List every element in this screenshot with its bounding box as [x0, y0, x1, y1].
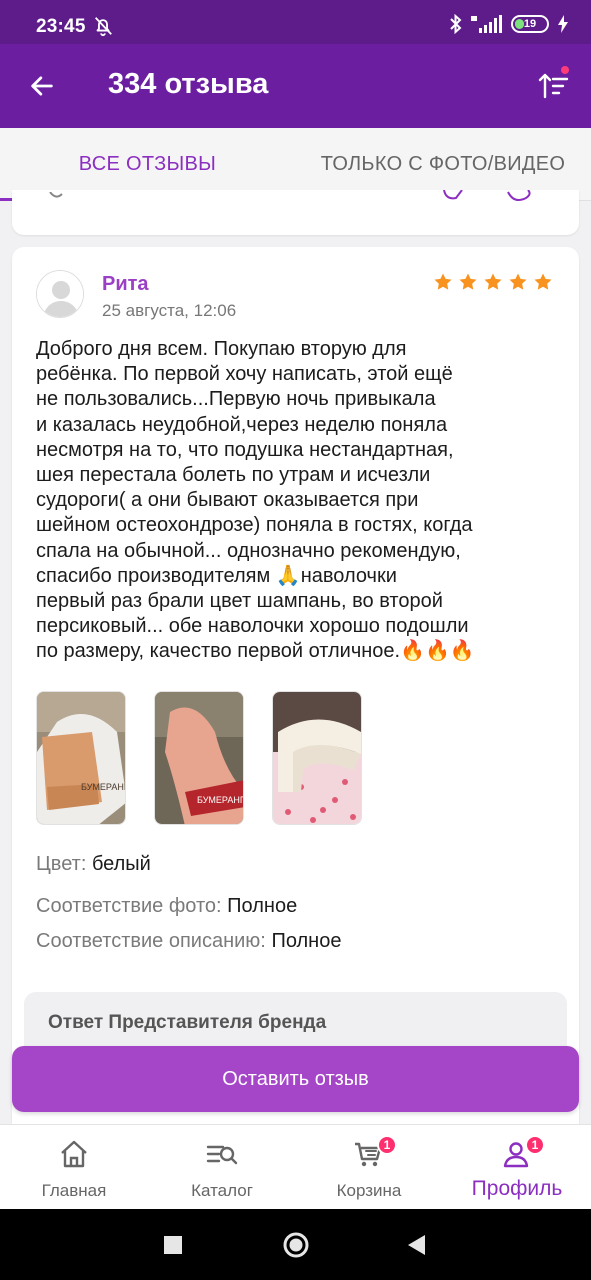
home-button-icon[interactable] [282, 1231, 310, 1259]
star-icon [534, 273, 552, 290]
review-photo-1[interactable]: БУМЕРАНГ [36, 691, 126, 825]
sort-indicator-dot [561, 66, 569, 74]
nav-label-cart: Корзина [336, 1181, 402, 1200]
review-photo-3[interactable] [272, 691, 362, 825]
nav-label-catalog: Каталог [191, 1181, 253, 1200]
sort-button[interactable] [533, 66, 573, 106]
review-author: Рита [102, 273, 149, 295]
back-triangle-icon[interactable] [405, 1231, 427, 1259]
signal-icon [471, 15, 502, 33]
attribute-photo-match: Соответствие фото: Полное [36, 895, 297, 918]
photo-caption: БУМЕРАНГ [81, 782, 126, 792]
review-date: 25 августа, 12:06 [102, 301, 237, 320]
star-icon [509, 273, 527, 290]
user-placeholder-icon [37, 271, 83, 317]
arrow-back-icon [31, 76, 53, 96]
bell-off-icon [95, 17, 112, 37]
app-bar: 334 отзыва [0, 44, 591, 128]
attribute-photo-match-value: Полное [227, 895, 298, 917]
dislike-icon [507, 190, 531, 201]
bluetooth-icon [450, 14, 462, 34]
avatar [36, 270, 84, 318]
nav-item-cart[interactable]: 1 Корзина [295, 1125, 443, 1210]
nav-label-profile: Профиль [471, 1177, 563, 1200]
previous-review-card [12, 190, 579, 235]
cart-badge: 1 [377, 1135, 397, 1155]
rating-stars [433, 272, 553, 292]
status-icons: 19 [449, 12, 569, 36]
bottom-navigation: Главная Каталог 1 Корзина 1 Профиль [0, 1124, 591, 1209]
sort-icon [538, 73, 569, 99]
star-icon [459, 273, 477, 290]
thumb-icon [49, 192, 63, 198]
attribute-description-match: Соответствие описанию: Полное [36, 930, 341, 953]
catalog-search-icon [206, 1145, 238, 1165]
status-bar: 23:45 19 [0, 0, 591, 44]
review-card: Рита 25 августа, 12:06 Доброго дня всем.… [12, 247, 579, 1147]
attribute-color: Цвет: белый [36, 853, 151, 876]
page-title: 334 отзыва [108, 68, 269, 100]
like-icon [443, 190, 463, 200]
charging-icon [558, 15, 568, 33]
profile-badge: 1 [525, 1135, 545, 1155]
review-photos: БУМЕРАНГ БУМЕРАНГ [36, 691, 362, 825]
attribute-photo-match-label: Соответствие фото: [36, 895, 222, 917]
review-photo-2[interactable]: БУМЕРАНГ [154, 691, 244, 825]
nav-label-home: Главная [41, 1181, 107, 1200]
attribute-color-label: Цвет: [36, 853, 87, 875]
attribute-description-match-value: Полное [271, 930, 342, 952]
star-icon [434, 273, 452, 290]
nav-item-catalog[interactable]: Каталог [148, 1125, 296, 1210]
nav-item-home[interactable]: Главная [0, 1125, 148, 1210]
recents-icon[interactable] [163, 1231, 183, 1259]
star-icon [484, 273, 502, 290]
attribute-color-value: белый [91, 853, 151, 875]
review-text: Доброго дня всем. Покупаю вторую для реб… [36, 338, 475, 663]
brand-reply-title: Ответ Представителя бренда [48, 1012, 327, 1033]
attribute-description-match-label: Соответствие описанию: [36, 930, 266, 952]
leave-review-button[interactable]: Оставить отзыв [12, 1046, 579, 1112]
battery-icon: 19 [511, 15, 549, 33]
back-button[interactable] [22, 66, 62, 106]
system-navigation-bar [0, 1209, 591, 1280]
battery-level: 19 [523, 18, 537, 30]
nav-item-profile[interactable]: 1 Профиль [443, 1125, 591, 1210]
status-time: 23:45 [36, 16, 86, 37]
photo-caption: БУМЕРАНГ [197, 795, 244, 805]
home-icon [61, 1140, 87, 1168]
